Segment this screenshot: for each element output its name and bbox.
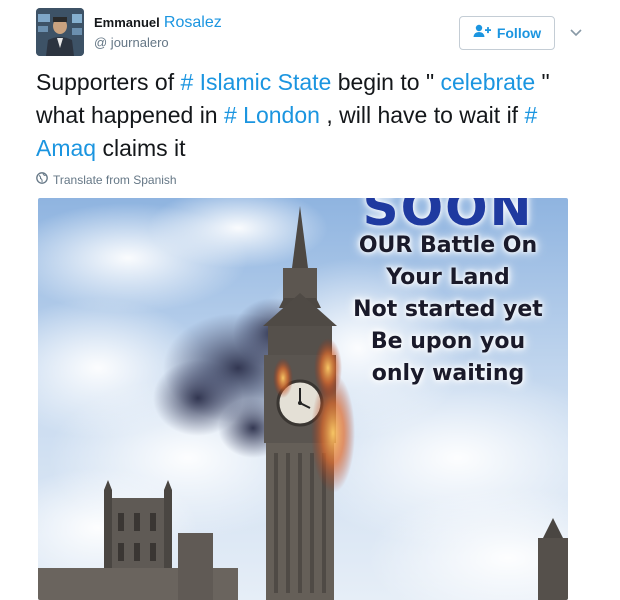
poster-line: OUR Battle On: [358, 233, 538, 258]
poster-line: Not started yet: [353, 297, 543, 322]
tweet-text-segment: , will have to wait if: [319, 102, 525, 128]
poster-caption: SOON OUR Battle On Your Land Not started…: [328, 198, 568, 390]
tweet-text: Supporters of # Islamic State begin to "…: [36, 66, 576, 165]
tweet-text-segment: Supporters of: [36, 69, 181, 95]
follow-button[interactable]: Follow: [459, 16, 555, 50]
tweet-text-segment: begin to ": [331, 69, 441, 95]
author-handle: @ journalero: [94, 35, 169, 50]
translate-link[interactable]: Translate from Spanish: [36, 172, 177, 187]
follow-label: Follow: [496, 25, 542, 41]
author-last-name: Rosalez: [163, 14, 222, 31]
chevron-down-icon[interactable]: [568, 24, 584, 40]
globe-icon: [36, 172, 48, 187]
poster-line: only waiting: [371, 361, 525, 386]
translate-label: Translate from Spanish: [53, 172, 177, 187]
person-add-icon: [473, 24, 491, 43]
tweet-text-segment: claims it: [96, 135, 186, 161]
hashtag-link[interactable]: # Islamic State: [180, 69, 331, 95]
poster-headline: SOON: [362, 198, 534, 237]
avatar[interactable]: [36, 8, 84, 56]
tweet-header: Emmanuel Rosalez @ journalero Follow: [36, 8, 596, 58]
poster-line: Your Land: [386, 265, 510, 290]
hashtag-link[interactable]: celebrate: [441, 69, 536, 95]
display-name[interactable]: Emmanuel Rosalez: [94, 14, 222, 32]
poster-line: Be upon you: [370, 329, 526, 354]
author-first-name: Emmanuel: [94, 15, 160, 30]
author-info[interactable]: Emmanuel Rosalez @ journalero: [94, 14, 222, 50]
tweet-media-image[interactable]: SOON OUR Battle On Your Land Not started…: [38, 198, 568, 600]
hashtag-link[interactable]: # London: [224, 102, 320, 128]
